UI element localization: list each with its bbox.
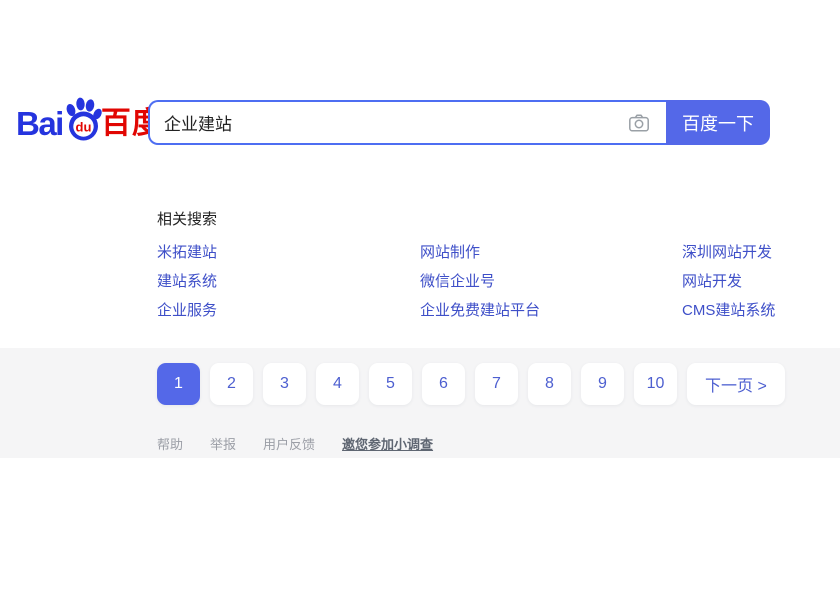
- page-button-3[interactable]: 3: [263, 363, 306, 405]
- camera-icon[interactable]: [627, 111, 651, 135]
- footer-links: 帮助 举报 用户反馈 邀您参加小调查: [157, 434, 433, 453]
- footer-link-help[interactable]: 帮助: [157, 434, 183, 453]
- page-button-8[interactable]: 8: [528, 363, 571, 405]
- page-button-1[interactable]: 1: [157, 363, 200, 405]
- footer-survey-link[interactable]: 邀您参加小调查: [342, 434, 433, 453]
- related-link[interactable]: 网站开发: [682, 274, 817, 290]
- page-button-5[interactable]: 5: [369, 363, 412, 405]
- footer-link-feedback[interactable]: 用户反馈: [263, 434, 315, 453]
- related-link[interactable]: 深圳网站开发: [682, 245, 817, 261]
- page-button-7[interactable]: 7: [475, 363, 518, 405]
- related-link[interactable]: 微信企业号: [420, 274, 682, 290]
- related-link[interactable]: 建站系统: [157, 274, 420, 290]
- page-button-9[interactable]: 9: [581, 363, 624, 405]
- related-link[interactable]: 网站制作: [420, 245, 682, 261]
- pagination: 1 2 3 4 5 6 7 8 9 10 下一页 >: [157, 363, 785, 405]
- page-button-4[interactable]: 4: [316, 363, 359, 405]
- baidu-logo[interactable]: Bai du 百度: [16, 96, 163, 144]
- related-searches-grid: 米拓建站 网站制作 深圳网站开发 建站系统 微信企业号 网站开发 企业服务 企业…: [157, 245, 817, 319]
- related-searches-title: 相关搜索: [157, 211, 817, 228]
- baidu-paw-icon: du: [62, 96, 104, 142]
- page-button-2[interactable]: 2: [210, 363, 253, 405]
- bottom-band: 1 2 3 4 5 6 7 8 9 10 下一页 > 帮助 举报 用户反馈 邀您…: [0, 348, 840, 458]
- related-link[interactable]: 企业服务: [157, 303, 420, 319]
- search-box: [148, 100, 666, 145]
- logo-du-text: du: [75, 120, 91, 135]
- related-link[interactable]: CMS建站系统: [682, 303, 817, 319]
- page-button-10[interactable]: 10: [634, 363, 677, 405]
- related-link[interactable]: 企业免费建站平台: [420, 303, 682, 319]
- search-input[interactable]: [150, 102, 627, 143]
- footer-link-report[interactable]: 举报: [210, 434, 236, 453]
- search-bar: 百度一下: [148, 100, 770, 145]
- related-link[interactable]: 米拓建站: [157, 245, 420, 261]
- next-page-button[interactable]: 下一页 >: [687, 363, 785, 405]
- related-searches: 相关搜索 米拓建站 网站制作 深圳网站开发 建站系统 微信企业号 网站开发 企业…: [157, 211, 817, 319]
- search-button[interactable]: 百度一下: [666, 100, 770, 145]
- logo-bai-text: Bai: [16, 104, 63, 144]
- page-button-6[interactable]: 6: [422, 363, 465, 405]
